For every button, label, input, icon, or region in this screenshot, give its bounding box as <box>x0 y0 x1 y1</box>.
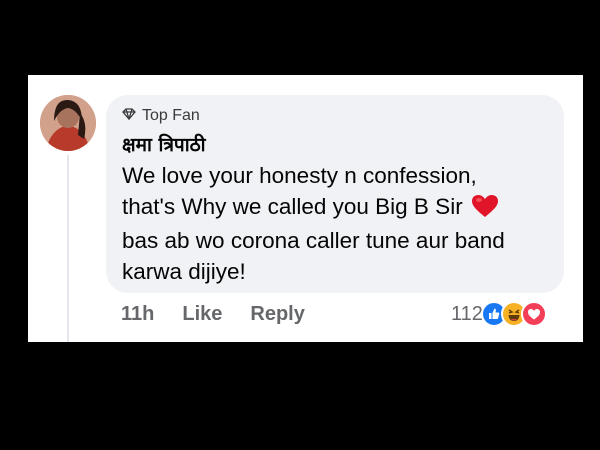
comment-line: karwa dijiye! <box>122 258 246 284</box>
comment-text: We love your honesty n confession, that'… <box>122 161 552 287</box>
comment-actions: 11h Like Reply <box>121 303 305 326</box>
like-button[interactable]: Like <box>182 303 222 326</box>
reaction-count: 112 <box>451 302 483 325</box>
reactions-summary[interactable]: 112 <box>451 301 547 327</box>
comment-line: We love your honesty n confession, <box>122 163 477 188</box>
top-fan-badge[interactable]: Top Fan <box>122 107 200 125</box>
avatar[interactable] <box>40 95 96 151</box>
comment-card: Top Fan क्षमा त्रिपाठी We love your hone… <box>28 75 583 342</box>
thread-line <box>67 155 69 342</box>
reply-button[interactable]: Reply <box>250 303 304 326</box>
diamond-icon <box>122 107 136 125</box>
timestamp[interactable]: 11h <box>121 303 154 326</box>
badge-label: Top Fan <box>142 107 200 124</box>
comment-bubble: Top Fan क्षमा त्रिपाठी We love your hone… <box>106 95 564 293</box>
comment-line: that's Why we called you Big B Sir <box>122 192 552 227</box>
love-icon <box>520 301 547 327</box>
comment-line: bas ab wo corona caller tune aur band <box>122 228 505 253</box>
red-heart-icon <box>471 194 499 227</box>
author-name[interactable]: क्षमा त्रिपाठी <box>122 131 206 157</box>
